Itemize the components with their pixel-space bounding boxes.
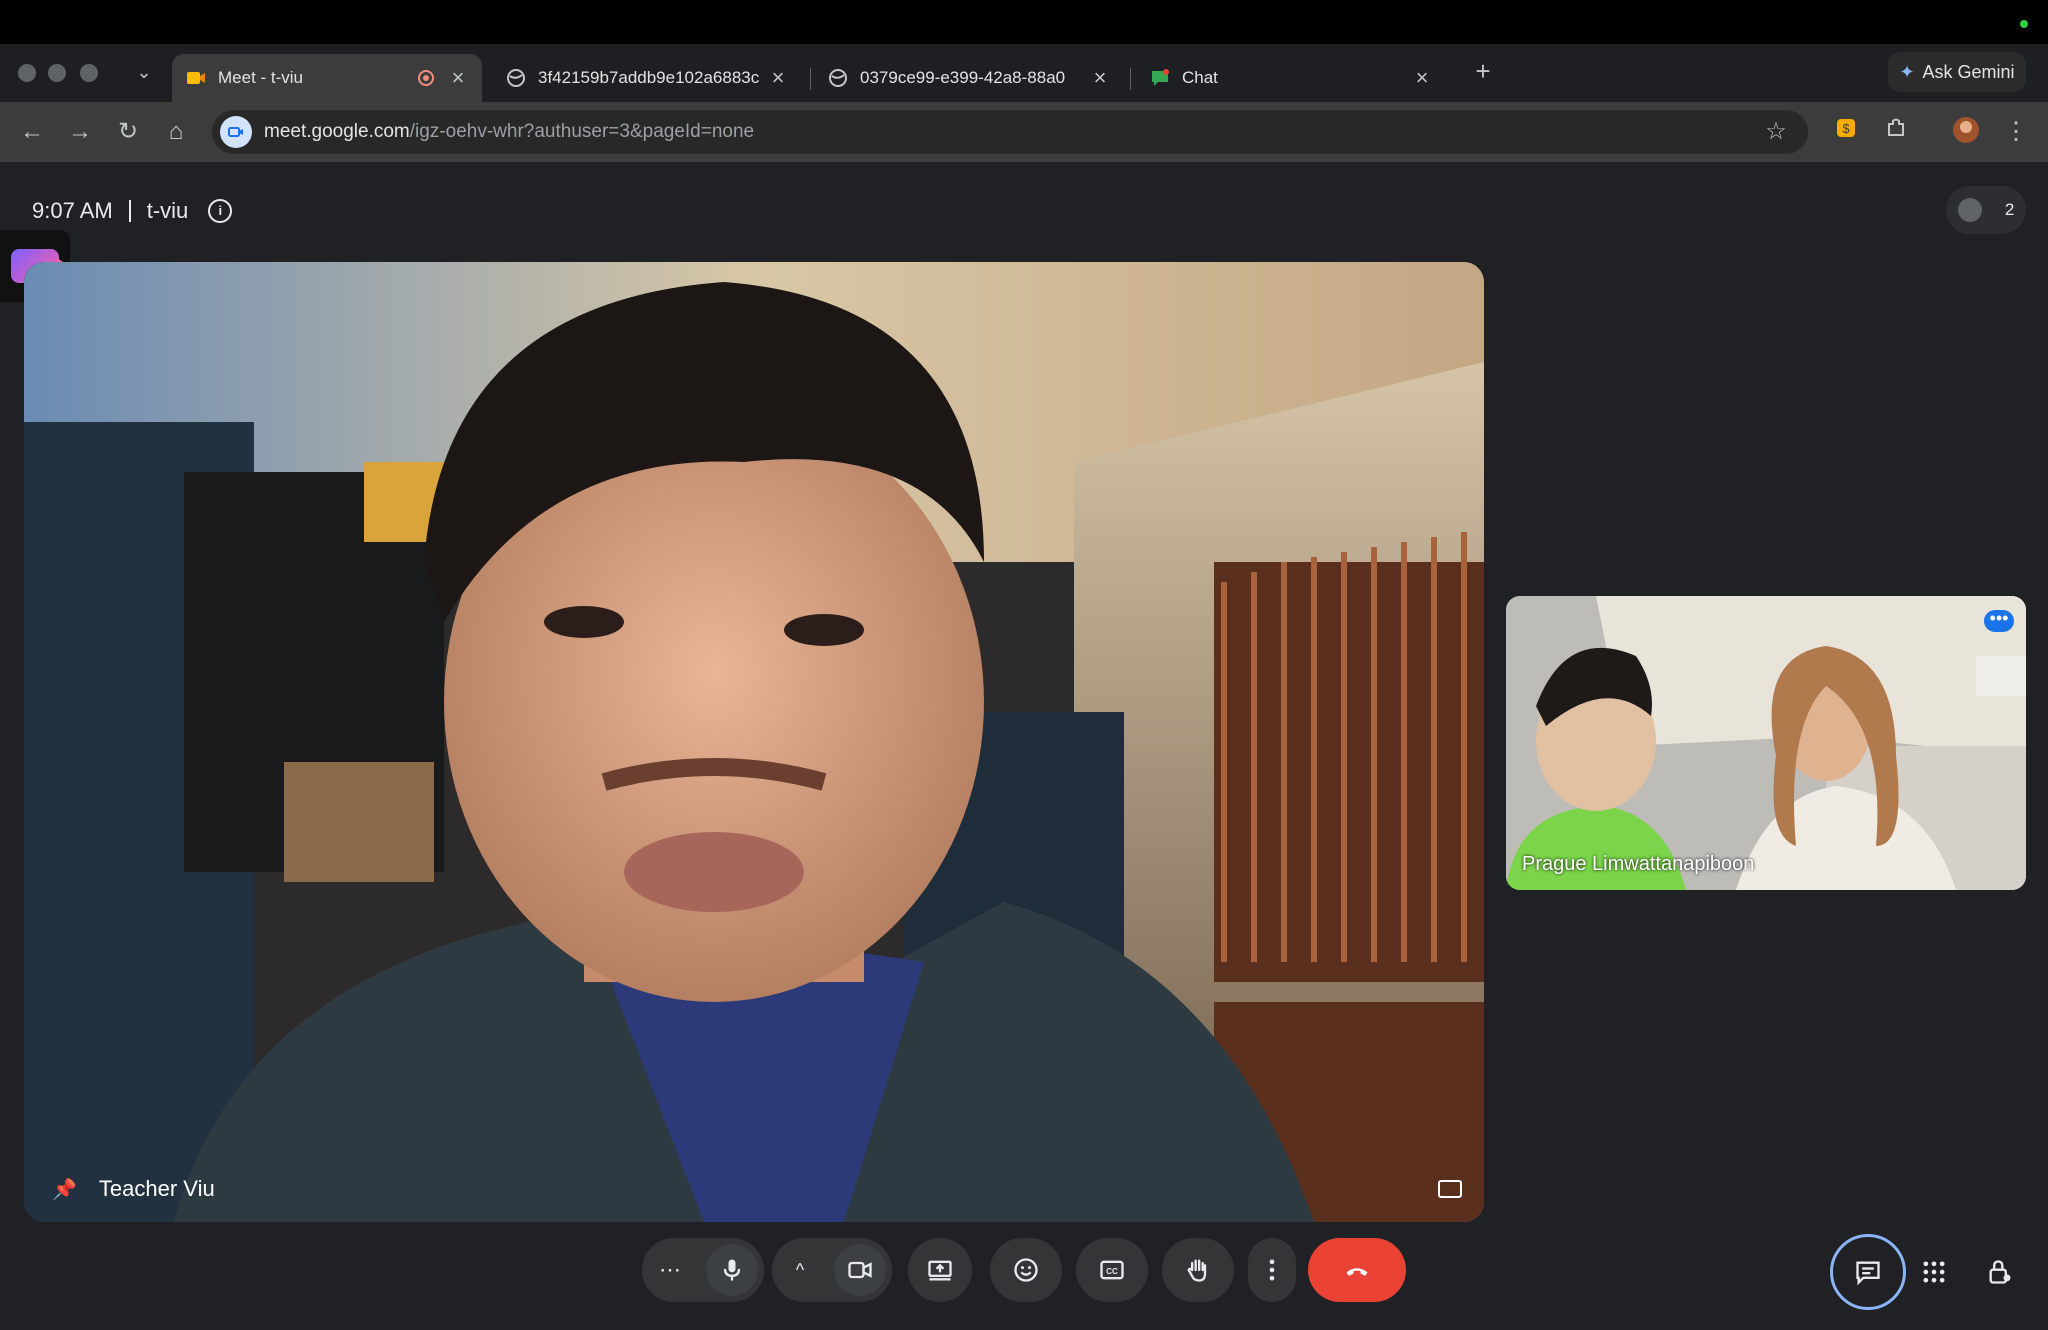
- bookmark-star-icon[interactable]: ☆: [1760, 116, 1792, 148]
- back-icon[interactable]: ←: [16, 116, 48, 148]
- tab-hash-2[interactable]: 0379ce99-e399-42a8-88a0 ×: [814, 54, 1124, 102]
- more-options-icon[interactable]: •••: [1984, 609, 2014, 632]
- lock-person-icon: [1989, 1260, 2011, 1284]
- apps-grid-icon: [1923, 1261, 1945, 1283]
- tab-strip: ⌄ Meet - t-viu × 3f42159b7addb9e102a6883…: [0, 44, 2048, 102]
- extensions-puzzle-icon[interactable]: [1880, 116, 1912, 148]
- main-video-tile[interactable]: 📌 Teacher Viu: [24, 262, 1484, 1222]
- reactions-button[interactable]: [990, 1238, 1062, 1302]
- mic-control-group: ⋯: [642, 1238, 764, 1302]
- speaker-name: Teacher Viu: [98, 1176, 215, 1201]
- tab-title: Chat: [1182, 68, 1218, 87]
- meet-favicon-icon: [187, 72, 205, 84]
- url-text: meet.google.com/igz-oehv-whr?authuser=3&…: [264, 121, 754, 143]
- participant-video: [1506, 596, 2026, 890]
- activities-button[interactable]: [1904, 1242, 1964, 1302]
- meeting-details: 9:07 AM t-viu i: [32, 198, 233, 224]
- forward-icon[interactable]: →: [64, 116, 96, 148]
- address-bar[interactable]: meet.google.com/igz-oehv-whr?authuser=3&…: [212, 110, 1808, 154]
- participant-name: Prague Limwattanapiboon: [1522, 853, 1755, 875]
- participant-count: 2: [2004, 200, 2015, 219]
- globe-icon: [829, 69, 847, 87]
- present-screen-button[interactable]: [908, 1238, 972, 1302]
- participant-video-tile[interactable]: ••• Prague Limwattanapiboon: [1506, 596, 2026, 890]
- browser-toolbar: ← → ↻ ⌂ meet.google.com/igz-oehv-whr?aut…: [0, 102, 2048, 162]
- os-menu-bar: [0, 0, 2048, 44]
- audio-options-icon[interactable]: ⋯: [648, 1257, 692, 1283]
- profile-avatar[interactable]: [1950, 116, 1982, 148]
- close-tab-icon[interactable]: ×: [768, 65, 788, 91]
- meet-page: 9:07 AM t-viu i 2 📌 Teacher Viu ••• Prag…: [0, 162, 2048, 1330]
- speaker-video: [24, 262, 1484, 1222]
- new-tab-button[interactable]: +: [1468, 56, 1498, 86]
- host-controls-button[interactable]: [1970, 1242, 2030, 1302]
- reload-icon[interactable]: ↻: [112, 116, 144, 148]
- expand-icon[interactable]: [1438, 1180, 1462, 1198]
- microphone-button[interactable]: [706, 1244, 758, 1296]
- camera-icon: [848, 1261, 872, 1279]
- google-chat-icon: [1152, 69, 1169, 86]
- meeting-code: t-viu: [146, 198, 189, 223]
- raise-hand-button[interactable]: [1162, 1238, 1234, 1302]
- tab-hash-1[interactable]: 3f42159b7addb9e102a6883c ×: [492, 54, 802, 102]
- minimize-window-button[interactable]: [48, 64, 66, 82]
- close-tab-icon[interactable]: ×: [1090, 65, 1110, 91]
- svg-text:$: $: [1842, 121, 1850, 136]
- emoji-icon: [1014, 1258, 1038, 1282]
- pin-icon[interactable]: 📌: [52, 1177, 77, 1202]
- header-divider: [128, 200, 131, 222]
- leave-call-button[interactable]: [1308, 1238, 1406, 1302]
- chat-button[interactable]: [1830, 1234, 1906, 1310]
- tab-search-icon[interactable]: ⌄: [132, 60, 156, 84]
- participant-avatar: [1957, 198, 1982, 222]
- tab-title: Meet - t-viu: [218, 68, 304, 87]
- raise-hand-icon: [1187, 1259, 1207, 1282]
- meeting-time: 9:07 AM: [32, 198, 113, 223]
- browser-menu-icon[interactable]: ⋮: [2000, 116, 2032, 148]
- camera-control-group: ^: [772, 1238, 892, 1302]
- site-info-icon[interactable]: [220, 116, 252, 148]
- microphone-icon: [723, 1259, 741, 1281]
- home-icon[interactable]: ⌂: [160, 116, 192, 148]
- gemini-sparkle-icon: ✦: [1899, 61, 1915, 82]
- captions-button[interactable]: CC: [1076, 1238, 1148, 1302]
- close-window-button[interactable]: [18, 64, 36, 82]
- recording-icon: [418, 70, 434, 86]
- hang-up-icon: [1346, 1268, 1368, 1276]
- speaker-label: 📌 Teacher Viu: [52, 1176, 215, 1202]
- tab-title: 0379ce99-e399-42a8-88a0: [860, 68, 1066, 87]
- globe-icon: [507, 69, 525, 87]
- tab-separator: [1130, 68, 1131, 90]
- url-host: meet.google.com: [264, 121, 410, 142]
- extension-honey-icon[interactable]: $: [1830, 116, 1862, 148]
- svg-text:CC: CC: [1106, 1267, 1118, 1276]
- more-vert-icon: [1269, 1259, 1275, 1281]
- ask-gemini-button[interactable]: ✦ Ask Gemini: [1888, 52, 2026, 92]
- present-screen-icon: [928, 1260, 952, 1281]
- status-dot: [2020, 20, 2028, 28]
- close-tab-icon[interactable]: ×: [1412, 65, 1432, 91]
- close-tab-icon[interactable]: ×: [448, 65, 468, 91]
- tab-meet[interactable]: Meet - t-viu ×: [172, 54, 482, 102]
- camera-button[interactable]: [834, 1244, 886, 1296]
- video-options-chevron-icon[interactable]: ^: [778, 1260, 822, 1281]
- participants-button[interactable]: 2: [1946, 186, 2026, 234]
- closed-captions-icon: CC: [1100, 1260, 1124, 1280]
- ask-gemini-label: Ask Gemini: [1922, 61, 2015, 82]
- tab-separator: [810, 68, 811, 90]
- maximize-window-button[interactable]: [80, 64, 98, 82]
- chat-icon: [1856, 1261, 1880, 1286]
- more-options-button[interactable]: [1248, 1238, 1296, 1302]
- url-path: /igz-oehv-whr?authuser=3&pageId=none: [409, 121, 755, 142]
- tab-chat[interactable]: Chat ×: [1136, 54, 1446, 102]
- tab-title: 3f42159b7addb9e102a6883c: [538, 68, 760, 87]
- info-icon[interactable]: i: [208, 199, 233, 223]
